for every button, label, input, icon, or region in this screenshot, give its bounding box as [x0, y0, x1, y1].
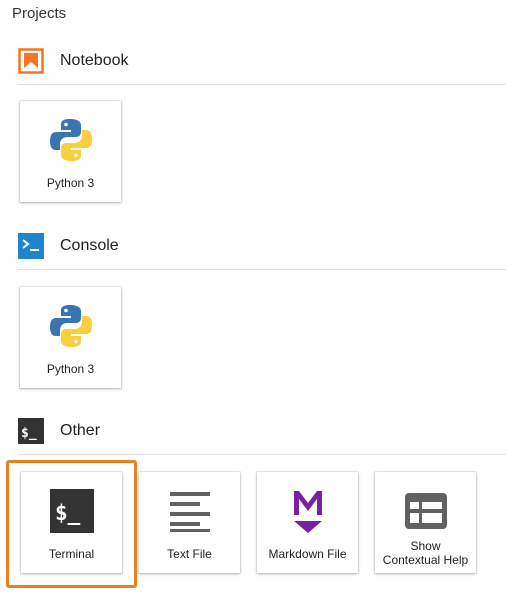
python-logo-icon	[47, 302, 95, 350]
notebook-icon	[18, 48, 44, 74]
text-file-icon	[166, 487, 214, 535]
python-logo-icon	[47, 116, 95, 164]
terminal-icon: $_	[48, 487, 96, 535]
section-divider	[18, 84, 506, 85]
svg-text:$_: $_	[21, 426, 37, 441]
terminal-card[interactable]: $_ Terminal	[21, 472, 122, 573]
card-label: Terminal	[48, 547, 95, 561]
section-header-other: $_ Other	[18, 418, 506, 444]
section-label-notebook: Notebook	[60, 52, 129, 69]
section-header-notebook: Notebook	[18, 48, 506, 74]
card-label: Python 3	[46, 176, 95, 190]
section-divider	[18, 269, 506, 270]
contextual-help-card[interactable]: Show Contextual Help	[375, 472, 476, 573]
markdown-file-card[interactable]: Markdown File	[257, 472, 358, 573]
card-label: Show Contextual Help	[383, 539, 468, 567]
section-divider	[18, 454, 506, 455]
console-python3-card[interactable]: Python 3	[20, 287, 121, 388]
breadcrumb[interactable]: Projects	[12, 5, 66, 22]
console-icon	[18, 233, 44, 259]
card-label: Python 3	[46, 362, 95, 376]
card-label: Text File	[167, 547, 212, 561]
card-label-line2: Contextual Help	[382, 553, 469, 567]
contextual-help-icon	[402, 487, 450, 535]
text-file-card[interactable]: Text File	[139, 472, 240, 573]
card-label-line1: Show	[410, 539, 441, 553]
notebook-python3-card[interactable]: Python 3	[20, 101, 121, 202]
section-label-other: Other	[60, 422, 101, 439]
markdown-icon	[284, 487, 332, 535]
section-header-console: Console	[18, 233, 506, 259]
terminal-icon: $_	[18, 418, 44, 444]
section-label-console: Console	[60, 237, 119, 254]
svg-text:$_: $_	[55, 501, 81, 525]
card-label: Markdown File	[268, 547, 347, 561]
launcher: Projects Notebook Python 3 Console Pytho…	[0, 0, 506, 597]
